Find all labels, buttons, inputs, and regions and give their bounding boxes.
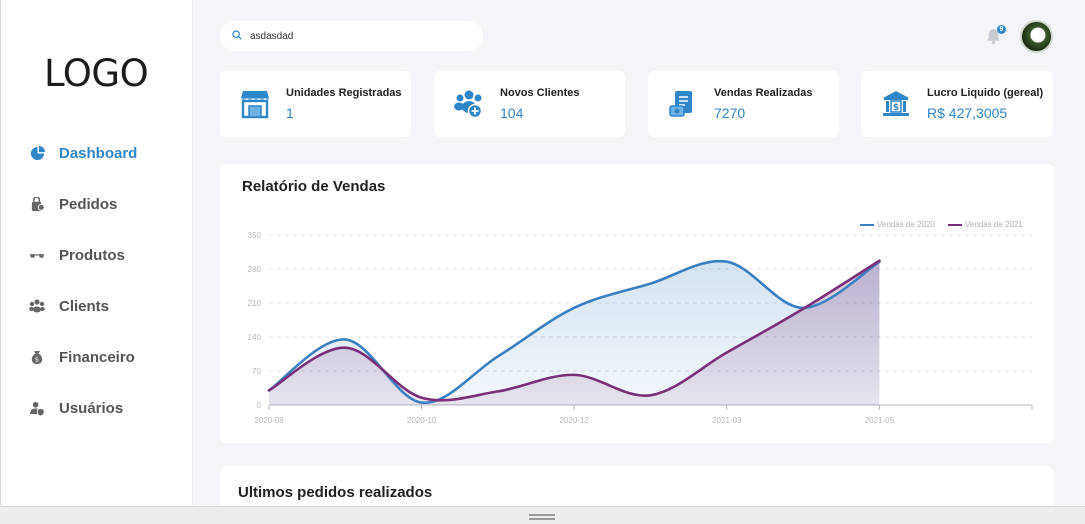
x-tick-label: 2020-08 (254, 416, 284, 425)
stat-title: Novos Clientes (500, 87, 580, 99)
bell-icon (985, 29, 1002, 49)
money-bag-icon: $ (29, 349, 45, 365)
notification-badge: 9 (997, 25, 1006, 34)
sales-chart: 0 70 140 210 280 350 2020-08 2020-10 2020-12 2021… (248, 220, 1033, 425)
recent-orders-title: Ultimos pedidos realizados (238, 484, 433, 501)
bottom-resize-bar (0, 506, 1085, 524)
stat-title: Lucro Liquido (gereal) (927, 87, 1044, 99)
sidebar-item-dashboard[interactable]: Dashboard (29, 140, 137, 166)
legend-label: Vendas de 2020 (877, 220, 935, 229)
bank-icon: $ (879, 87, 913, 121)
stat-value: 104 (500, 105, 524, 121)
pie-chart-icon (29, 145, 45, 161)
search-icon (232, 27, 242, 45)
y-tick-label: 70 (252, 367, 261, 376)
stat-title: Unidades Registradas (286, 87, 402, 99)
glasses-icon (29, 247, 45, 263)
bag-icon (29, 196, 45, 212)
sidebar-item-usuarios[interactable]: Usuários (29, 395, 137, 421)
sidebar-item-label: Usuários (59, 399, 124, 417)
sidebar-item-label: Pedidos (59, 195, 118, 213)
avatar[interactable] (1020, 20, 1053, 53)
svg-text:$: $ (35, 355, 39, 363)
x-tick-label: 2020-12 (560, 416, 590, 425)
users-icon (29, 298, 45, 314)
stat-value: R$ 427,3005 (927, 105, 1008, 121)
add-users-icon (452, 87, 486, 121)
sidebar-item-financeiro[interactable]: $ Financeiro (29, 344, 137, 370)
resize-handle[interactable] (529, 514, 555, 520)
sidebar-item-produtos[interactable]: Produtos (29, 242, 137, 268)
receipt-icon (666, 87, 700, 121)
stat-card-unidades: Unidades Registradas 1 (220, 71, 411, 137)
user-shield-icon (29, 400, 45, 416)
stat-title: Vendas Realizadas (714, 87, 813, 99)
search-input[interactable] (250, 30, 450, 42)
sidebar-nav: Dashboard Pedidos Produtos Clients $ Fin… (29, 140, 137, 446)
store-icon (238, 87, 272, 121)
y-tick-label: 280 (248, 265, 262, 274)
y-tick-label: 0 (257, 401, 262, 410)
svg-text:$: $ (893, 103, 899, 113)
stat-card-vendas: Vendas Realizadas 7270 (648, 71, 839, 137)
sidebar-item-clients[interactable]: Clients (29, 293, 137, 319)
sidebar: LOGO Dashboard Pedidos Produtos Clients (0, 0, 193, 506)
sales-report-panel: Relatório de Vendas 0 70 140 210 280 350 2020-… (220, 164, 1054, 443)
sidebar-item-label: Financeiro (59, 348, 135, 366)
sidebar-item-label: Clients (59, 297, 110, 315)
x-tick-label: 2021-03 (712, 416, 742, 425)
x-tick-label: 2021-05 (865, 416, 895, 425)
sidebar-item-label: Produtos (59, 246, 125, 264)
logo: LOGO (44, 52, 149, 95)
x-tick-label: 2020-10 (407, 416, 437, 425)
stat-card-lucro: $ Lucro Liquido (gereal) R$ 427,3005 (861, 71, 1053, 137)
notifications-button[interactable]: 9 (985, 25, 1006, 49)
stat-value: 7270 (714, 105, 746, 121)
y-tick-label: 350 (248, 231, 262, 240)
sidebar-item-label: Dashboard (59, 144, 138, 162)
search-bar (220, 21, 483, 51)
legend-label: Vendas de 2021 (965, 220, 1023, 229)
sidebar-item-pedidos[interactable]: Pedidos (29, 191, 137, 217)
y-tick-label: 210 (248, 299, 262, 308)
stat-value: 1 (286, 105, 294, 121)
stat-card-clientes: Novos Clientes 104 (434, 71, 625, 137)
y-tick-label: 140 (248, 333, 262, 342)
